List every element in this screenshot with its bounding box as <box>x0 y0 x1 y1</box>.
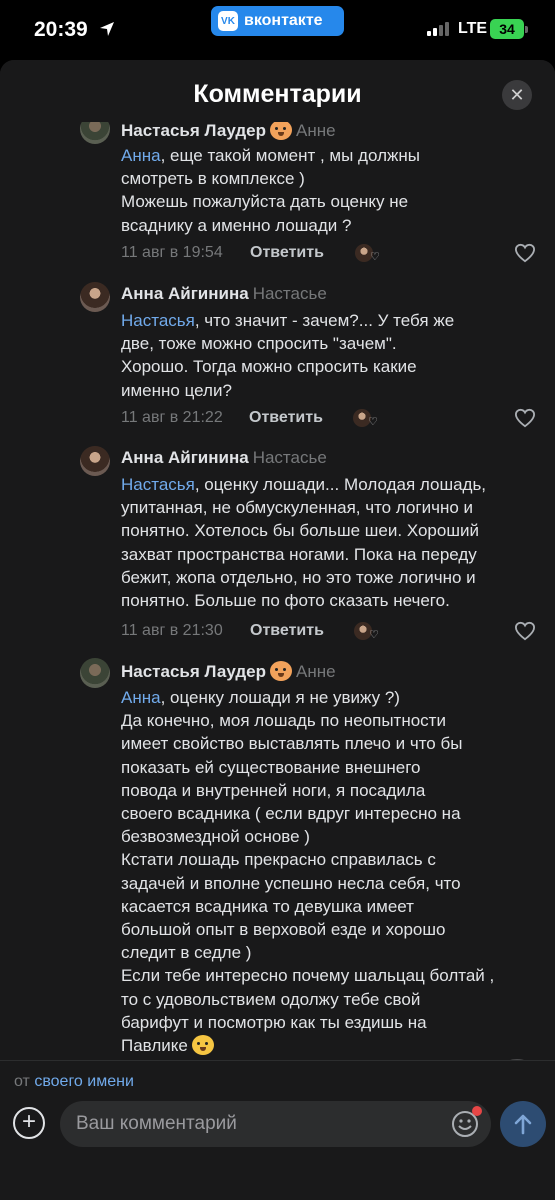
comment-line: повода и внутренней ноги, я посадила <box>121 780 426 800</box>
dog-face-emoji-icon <box>269 120 292 140</box>
avatar[interactable] <box>80 446 110 476</box>
mention-link[interactable]: Анна <box>121 146 161 165</box>
comment-line: , оценку лошади... Молодая лошадь, <box>194 475 487 494</box>
close-icon: ✕ <box>509 84 525 105</box>
avatar[interactable] <box>80 282 110 312</box>
status-bar: 20:39 VK вконтакте LTE 34 <box>0 0 555 58</box>
comment-text: Настасья, что значит - зачем?... У тебя … <box>121 309 541 402</box>
author-name: Настасья Лаудер <box>121 662 266 681</box>
comment-line: именно цели? <box>121 380 232 400</box>
comment-line: понятно. Хотелось бы больше шеи. Хороший <box>121 521 479 541</box>
comment-date: 11 авг в 19:54 <box>121 244 223 261</box>
status-time: 20:39 <box>34 18 88 41</box>
post-as-link[interactable]: своего имени <box>34 1073 134 1090</box>
network-type: LTE <box>458 20 488 37</box>
comment-line: захват пространства ногами. Пока на пере… <box>121 544 477 564</box>
comment-text: Настасья, оценку лошади... Молодая лошад… <box>121 473 541 612</box>
comment-line: касается всадника то девушка имеет <box>121 896 414 916</box>
battery-icon: 34 <box>490 19 524 39</box>
comment-author[interactable]: Настасья Лаудер Анне <box>121 120 336 141</box>
signal-icon <box>427 22 449 36</box>
grinning-sweat-emoji-icon <box>191 1035 214 1056</box>
comments-sheet: Настасья Лаудер Анне Анна, еще такой моме… <box>0 60 555 1200</box>
mention-link[interactable]: Настасья <box>121 475 195 494</box>
send-button[interactable] <box>500 1101 546 1147</box>
vk-logo-icon: VK <box>218 11 238 31</box>
comment-line: бежит, жопа отдельно, но это тоже логичн… <box>121 567 476 587</box>
comment-line: Кстати лошадь прекрасно справилась с <box>121 850 436 870</box>
comment-line: Павлике <box>121 1036 188 1056</box>
author-name: Настасья Лаудер <box>121 121 266 140</box>
reply-to: Настасье <box>252 284 327 303</box>
comment-date: 11 авг в 21:22 <box>121 409 223 426</box>
dog-face-emoji-icon <box>269 661 292 681</box>
comment-line: своего всадника ( если вдруг интересно н… <box>121 804 461 824</box>
comment-line: , что значит - зачем?... У тебя же <box>194 311 455 330</box>
reply-button[interactable]: Ответить <box>250 244 324 262</box>
comment-line: Можешь пожалуйста дать оценку не <box>121 192 409 212</box>
mini-heart-icon: ♡ <box>368 416 378 428</box>
comment-composer: от своего имени + Ваш комментарий <box>0 1060 555 1200</box>
reply-button[interactable]: Ответить <box>249 409 323 427</box>
comment-line: две, тоже можно спросить "зачем". <box>121 334 397 354</box>
comment-text: Анна, оценку лошади я не увижу ?) Да кон… <box>121 686 541 1057</box>
page-title: Комментарии <box>193 80 362 108</box>
close-button[interactable]: ✕ <box>502 80 532 110</box>
app-badge-label: вконтакте <box>244 12 323 29</box>
reply-to: Настасье <box>252 448 327 467</box>
comment-line: показать ей существование внешнего <box>121 757 421 777</box>
comment-line: то с удовольствием одолжу тебе свой <box>121 989 421 1009</box>
comment-line: , оценку лошади я не увижу ?) <box>160 688 400 707</box>
app-badge[interactable]: VK вконтакте <box>211 6 344 36</box>
author-name: Анна Айгинина <box>121 448 249 467</box>
reply-button[interactable]: Ответить <box>250 622 324 640</box>
comment-text: Анна, еще такой момент , мы должны смотр… <box>121 144 541 237</box>
like-heart-icon[interactable] <box>514 243 536 263</box>
comment-line: Если тебе интересно почему шальцац болта… <box>121 966 495 986</box>
mention-link[interactable]: Анна <box>121 688 161 707</box>
sheet-header: Комментарии ✕ <box>0 60 555 122</box>
comments-list[interactable]: Настасья Лаудер Анне Анна, еще такой моме… <box>0 60 555 1060</box>
mention-link[interactable]: Настасья <box>121 311 195 330</box>
comment-author[interactable]: Анна Айгинина Настасье <box>121 284 327 304</box>
reply-to: Анне <box>295 121 336 140</box>
like-heart-icon[interactable] <box>514 408 536 428</box>
comment-line: безвозмездной основе ) <box>121 827 310 847</box>
comment-line: следит в седле ) <box>121 943 252 963</box>
location-arrow-icon <box>100 22 114 36</box>
comment-line: , еще такой момент , мы должны <box>160 146 420 165</box>
comment-line: барифут и посмотрю как ты ездишь на <box>121 1012 427 1032</box>
plus-icon: + <box>21 1108 36 1135</box>
comment-line: большой опыт в верховой езде и хорошо <box>121 920 446 940</box>
comment-input-placeholder: Ваш комментарий <box>76 1113 237 1134</box>
avatar[interactable] <box>80 658 110 688</box>
post-as-line: от своего имени <box>14 1073 134 1091</box>
comment-line: понятно. Больше по фото сказать нечего. <box>121 591 450 611</box>
comment-line: смотреть в комплексе ) <box>121 169 305 189</box>
battery-level: 34 <box>499 21 515 37</box>
reply-to: Анне <box>295 662 336 681</box>
comment-line: всаднику а именно лошади ? <box>121 215 352 235</box>
author-name: Анна Айгинина <box>121 284 249 303</box>
mini-heart-icon: ♡ <box>370 251 380 263</box>
comment-line: Хорошо. Тогда можно спросить какие <box>121 357 417 377</box>
mini-heart-icon: ♡ <box>369 629 379 641</box>
arrow-up-icon <box>514 1114 532 1135</box>
battery-tip <box>525 26 528 33</box>
post-as-prefix: от <box>14 1073 30 1090</box>
comment-author[interactable]: Настасья Лаудер Анне <box>121 661 336 682</box>
comment-author[interactable]: Анна Айгинина Настасье <box>121 448 327 468</box>
comment-line: имеет свойство выставлять плечо и что бы <box>121 734 463 754</box>
comment-date: 11 авг в 21:30 <box>121 622 223 639</box>
comment-line: упитанная, не обмускуленная, что логично… <box>121 498 474 518</box>
attach-button[interactable]: + <box>13 1107 45 1139</box>
notification-dot <box>472 1106 482 1116</box>
comment-line: Да конечно, моя лошадь по неопытности <box>121 711 446 731</box>
comment-input[interactable]: Ваш комментарий <box>60 1101 491 1147</box>
comment-line: задачей и вполне успешно несла себя, что <box>121 873 461 893</box>
like-heart-icon[interactable] <box>514 621 536 641</box>
